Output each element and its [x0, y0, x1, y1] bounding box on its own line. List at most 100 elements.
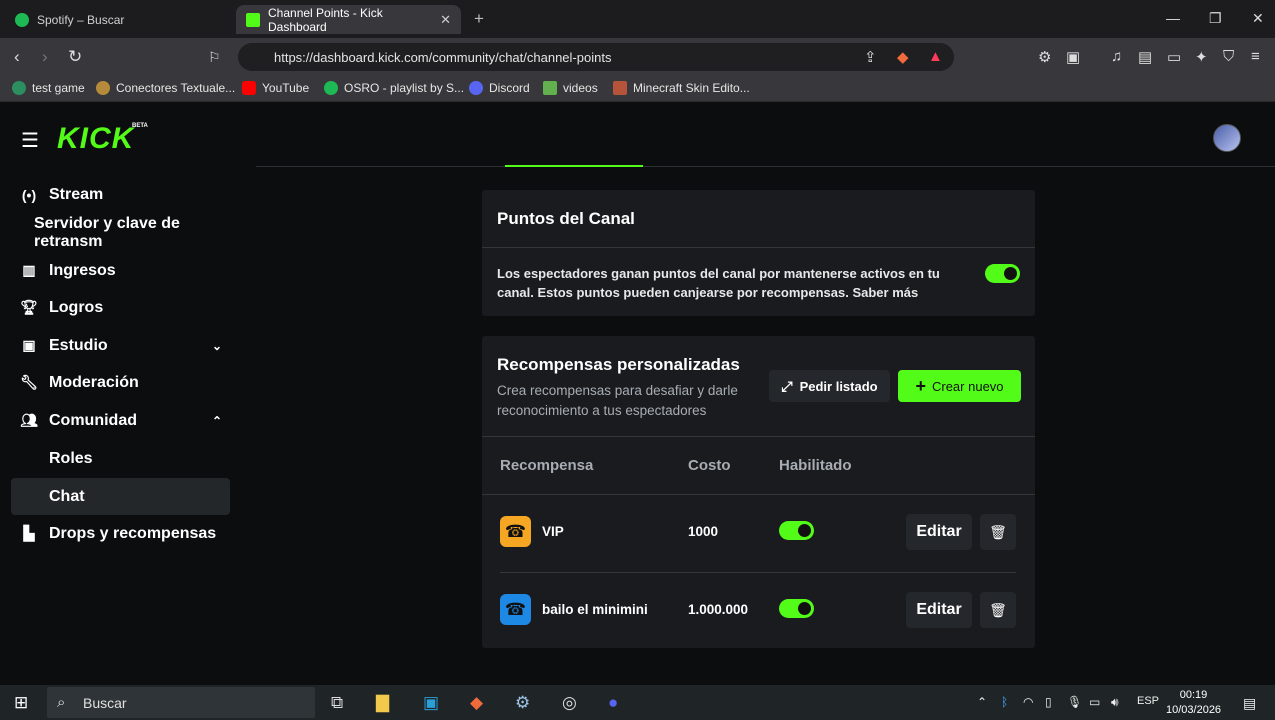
channel-points-toggle[interactable]: [985, 264, 1020, 283]
studio-icon: ▣: [22, 337, 36, 353]
tab-spotify[interactable]: Spotify – Buscar: [5, 5, 230, 34]
restore-icon[interactable]: ❐: [1209, 10, 1222, 27]
sidebar-item-label: Roles: [49, 449, 93, 467]
delete-button[interactable]: 🗑︎: [980, 514, 1016, 550]
sidebar-item-ingresos[interactable]: ▥ Ingresos: [11, 252, 230, 289]
address-bar[interactable]: https://dashboard.kick.com/community/cha…: [238, 43, 954, 71]
bookmark-icon[interactable]: ⚐: [208, 49, 221, 66]
bookmark-item[interactable]: OSRO - playlist by S...: [324, 81, 464, 95]
minimize-icon[interactable]: —: [1166, 10, 1180, 26]
reward-cost: 1000: [688, 524, 719, 539]
kick-icon: [246, 12, 260, 27]
divider: [256, 166, 1275, 167]
hamburger-menu-icon[interactable]: ☰: [21, 128, 39, 153]
sidebar-item-label: Drops y recompensas: [49, 524, 217, 542]
menu-icon[interactable]: ≡: [1251, 48, 1260, 65]
sidebar-item-comunidad[interactable]: 👥︎ Comunidad ⌃: [11, 402, 230, 439]
sidebar-item-moderacion[interactable]: 🔧︎ Moderación: [11, 364, 230, 401]
windows-start-icon[interactable]: ⊞: [14, 693, 28, 713]
forward-icon[interactable]: ›: [42, 47, 48, 67]
sidebar-item-logros[interactable]: 🏆︎ Logros: [11, 289, 230, 326]
wrench-icon: 🔧︎: [20, 374, 38, 390]
bookmark-item[interactable]: Conectores Textuale...: [96, 81, 235, 95]
microphone-icon[interactable]: 🎙︎: [1067, 695, 1082, 709]
file-explorer-icon[interactable]: ▇: [376, 693, 389, 713]
clock[interactable]: 00:19 10/03/2026: [1166, 688, 1221, 718]
youtube-icon: [242, 81, 256, 95]
screenshot-icon[interactable]: ▣: [1066, 48, 1080, 66]
reload-icon[interactable]: ↻: [68, 47, 82, 67]
card-title: Recompensas personalizadas: [497, 355, 740, 374]
rewards-icon[interactable]: ▲: [928, 48, 943, 65]
channel-points-card: Puntos del Canal Los espectadores ganan …: [482, 190, 1035, 316]
bookmark-item[interactable]: test game: [12, 81, 85, 95]
channel-points-description: Los espectadores ganan puntos del canal …: [497, 266, 940, 300]
share-icon[interactable]: ⇪: [864, 48, 877, 66]
bluetooth-icon[interactable]: ᛒ: [1001, 695, 1008, 709]
kick-dashboard: ☰ KICK BETA (•) Stream Servidor y clave d…: [0, 102, 1275, 685]
sidebar-item-roles[interactable]: Roles: [11, 440, 230, 477]
clock-time: 00:19: [1179, 689, 1208, 701]
reward-icon: ☎: [500, 516, 531, 547]
wallet-icon[interactable]: ▭: [1167, 48, 1181, 66]
discord-icon[interactable]: ●: [608, 693, 618, 713]
bookmark-item[interactable]: YouTube: [242, 81, 309, 95]
new-tab-button[interactable]: +: [474, 9, 484, 29]
close-window-icon[interactable]: ✕: [1252, 10, 1264, 27]
beta-badge: BETA: [132, 123, 148, 129]
close-tab-icon[interactable]: ✕: [440, 12, 451, 28]
edit-button[interactable]: Editar: [906, 514, 972, 550]
bookmark-item[interactable]: Discord: [469, 81, 530, 95]
back-icon[interactable]: ‹: [14, 47, 20, 67]
obs-icon[interactable]: ◎: [562, 693, 577, 713]
delete-button[interactable]: 🗑︎: [980, 592, 1016, 628]
language-indicator[interactable]: ESP: [1137, 695, 1159, 707]
notifications-icon[interactable]: ▤: [1243, 695, 1256, 712]
brave-shield-icon[interactable]: ◆: [897, 48, 909, 66]
sidebar-item-drops[interactable]: ▙ Drops y recompensas: [11, 515, 230, 552]
reward-enabled-toggle[interactable]: [779, 521, 814, 540]
taskbar-search[interactable]: ⌕ Buscar: [47, 687, 315, 718]
battery-icon[interactable]: ▭: [1089, 695, 1100, 709]
bookmark-label: Minecraft Skin Edito...: [633, 81, 750, 95]
media-icon[interactable]: ♫: [1111, 48, 1122, 65]
minecraft-icon: [613, 81, 627, 95]
sidebar-item-chat[interactable]: Chat: [11, 478, 230, 515]
spotify-icon: [324, 81, 338, 95]
kick-logo[interactable]: KICK: [57, 122, 134, 156]
app-icon[interactable]: ▣: [423, 693, 439, 713]
network-icon[interactable]: ◠: [1023, 695, 1033, 709]
ai-icon[interactable]: ✦: [1195, 48, 1208, 66]
discord-icon: [469, 81, 483, 95]
chevron-up-icon[interactable]: ⌃: [212, 414, 222, 428]
vpn-icon[interactable]: ⛉: [1223, 48, 1234, 65]
active-tab-indicator: [505, 165, 643, 167]
create-reward-button[interactable]: + Crear nuevo: [898, 370, 1021, 402]
bookmark-item[interactable]: videos: [543, 81, 598, 95]
brave-icon[interactable]: ◆: [470, 693, 483, 713]
steam-icon[interactable]: ⚙: [515, 693, 530, 713]
bookmark-item[interactable]: Minecraft Skin Edito...: [613, 81, 750, 95]
reward-enabled-toggle[interactable]: [779, 599, 814, 618]
task-view-icon[interactable]: ⧉: [331, 693, 343, 713]
request-list-button[interactable]: ⤢ Pedir listado: [769, 370, 890, 402]
search-icon: ⌕: [57, 694, 66, 711]
avatar[interactable]: [1213, 124, 1241, 152]
users-icon: 👥︎: [20, 412, 38, 428]
trophy-icon: 🏆︎: [20, 299, 38, 315]
chevron-up-icon[interactable]: ⌃: [977, 695, 987, 709]
tab-kick-dashboard[interactable]: Channel Points - Kick Dashboard ✕: [236, 5, 461, 34]
sidebar-item-stream-key[interactable]: Servidor y clave de retransm: [11, 214, 230, 251]
sidebar-item-label: Stream: [49, 185, 104, 203]
extensions-icon[interactable]: ⚙: [1038, 48, 1051, 66]
volume-icon[interactable]: 🔊︎: [1111, 695, 1119, 710]
edit-button[interactable]: Editar: [906, 592, 972, 628]
sidebar-item-estudio[interactable]: ▣ Estudio ⌄: [11, 327, 230, 364]
sidebar-icon[interactable]: ▤: [1138, 48, 1152, 66]
sidebar-item-stream[interactable]: (•) Stream: [11, 176, 230, 213]
sidebar-item-label: Moderación: [49, 373, 139, 391]
chevron-down-icon[interactable]: ⌄: [212, 339, 222, 353]
card-subtitle: Crea recompensas para desafiar y darle r…: [497, 383, 738, 418]
tab-title: Spotify – Buscar: [37, 12, 125, 27]
device-icon[interactable]: ▯: [1045, 695, 1052, 709]
